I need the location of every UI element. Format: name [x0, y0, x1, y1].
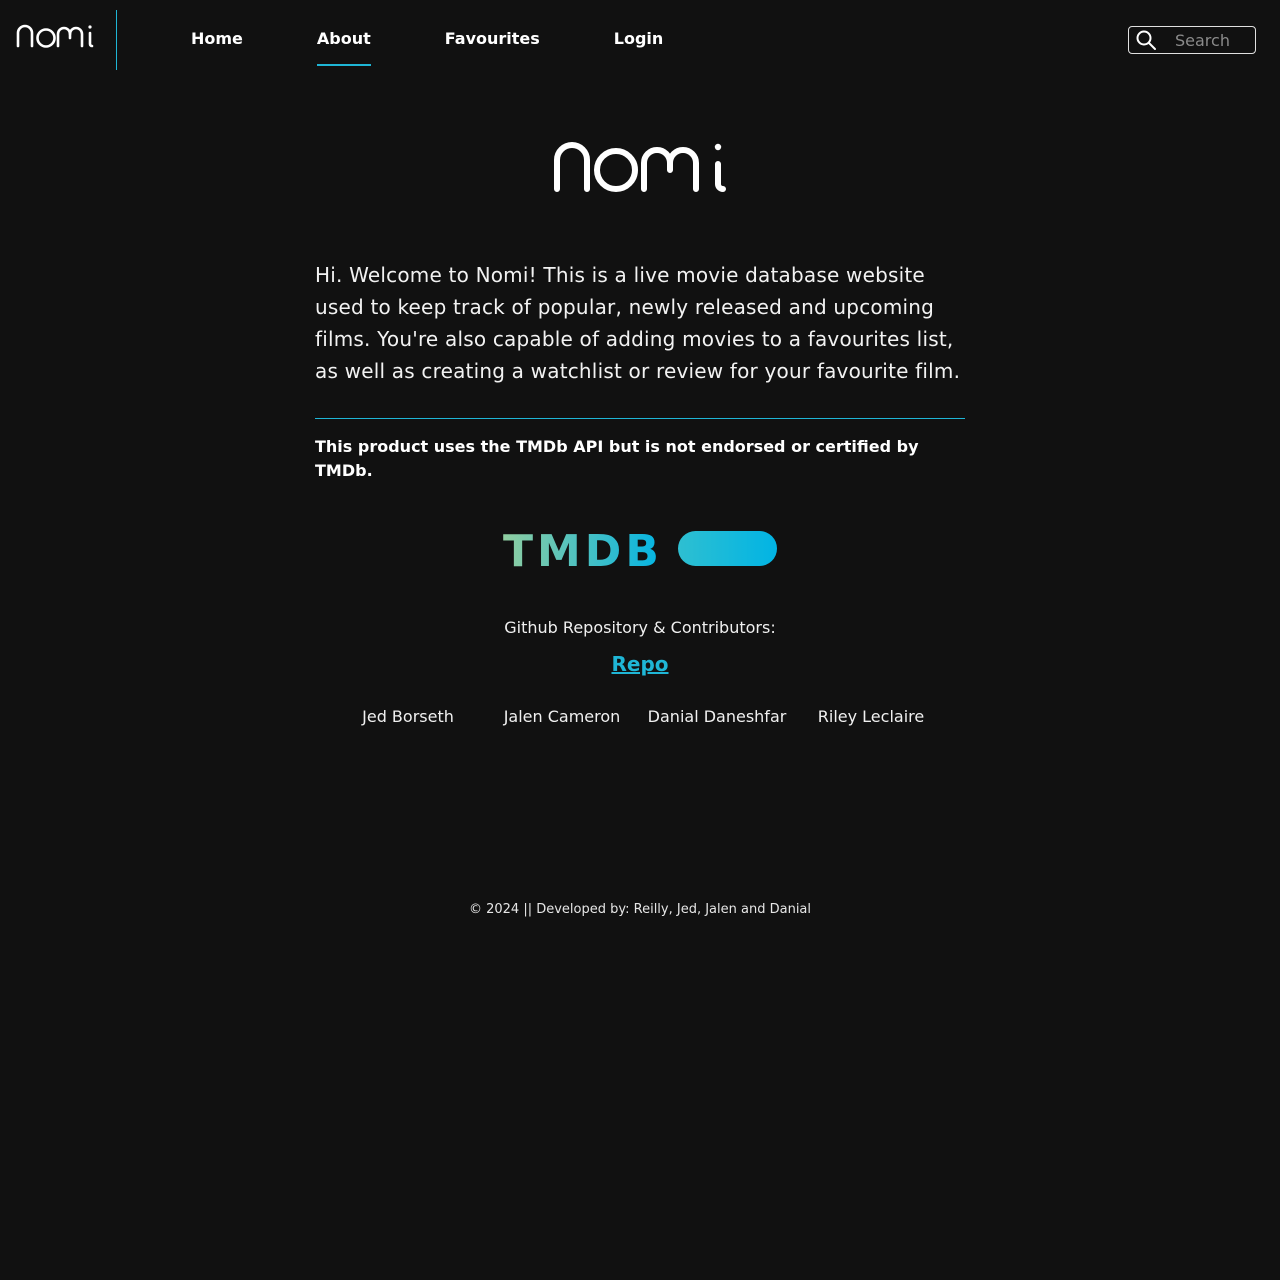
contributors-list: Jed Borseth Jalen Cameron Danial Daneshf…: [330, 707, 950, 731]
repo-link[interactable]: Repo: [611, 652, 668, 676]
nav-home[interactable]: Home: [191, 28, 243, 68]
nav-favourites[interactable]: Favourites: [445, 28, 540, 68]
nav-login[interactable]: Login: [614, 28, 664, 68]
top-navbar: Home About Favourites Login: [0, 0, 1280, 80]
section-divider: [315, 418, 965, 419]
repo-link-wrapper: Repo: [0, 652, 1280, 676]
brand-divider: [116, 10, 117, 70]
search-box: [1128, 26, 1256, 54]
tmdb-logo-pill: [678, 531, 777, 566]
main-nav: Home About Favourites Login: [191, 28, 737, 68]
contributor-name: Jalen Cameron: [503, 707, 621, 726]
tmdb-logo: TMDB: [503, 528, 777, 570]
intro-paragraph: Hi. Welcome to Nomi! This is a live movi…: [315, 263, 961, 383]
search-icon[interactable]: [1135, 29, 1157, 51]
nav-about[interactable]: About: [316, 28, 371, 68]
repo-heading: Github Repository & Contributors:: [504, 618, 776, 637]
tmdb-disclaimer: This product uses the TMDb API but is no…: [315, 437, 919, 480]
contributor-name: Riley Leclaire: [817, 707, 925, 726]
nomi-logo[interactable]: [16, 22, 94, 52]
tmdb-logo-text: TMDB: [503, 528, 663, 570]
search-input[interactable]: [1175, 30, 1255, 50]
footer-credits: © 2024 || Developed by: Reilly, Jed, Jal…: [468, 902, 812, 917]
nomi-hero-logo: [554, 142, 726, 192]
contributor-name: Jed Borseth: [362, 707, 454, 726]
contributor-name: Danial Daneshfar: [647, 707, 787, 726]
